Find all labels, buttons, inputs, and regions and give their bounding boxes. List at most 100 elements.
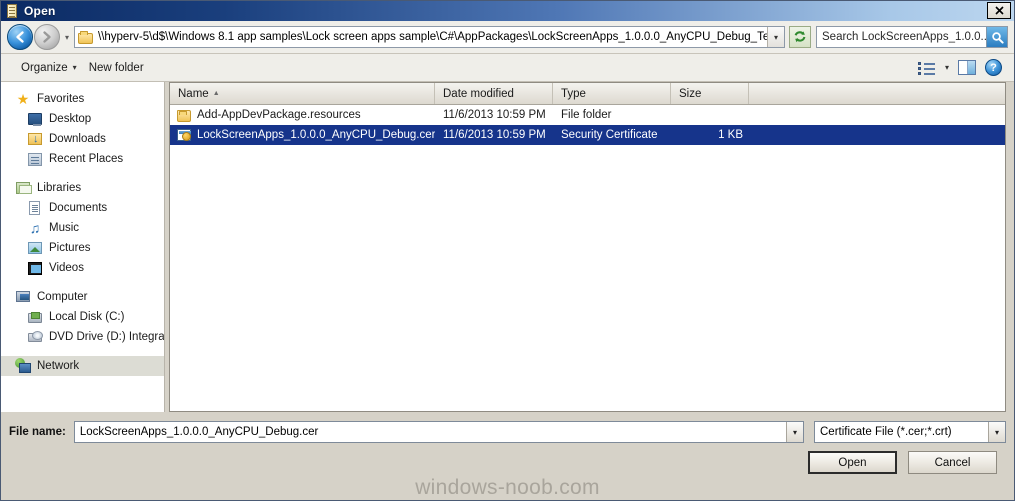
sidebar-item-label: Pictures xyxy=(49,242,91,254)
forward-arrow-icon xyxy=(43,31,51,43)
network-icon xyxy=(15,358,31,374)
column-header-type[interactable]: Type xyxy=(553,83,671,104)
sidebar-group-libraries: Libraries Documents ♫ Music Pictures Vid… xyxy=(1,178,164,278)
address-path-text: \\hyperv-5\d$\Windows 8.1 app samples\Lo… xyxy=(98,31,767,43)
file-name-cell: LockScreenApps_1.0.0.0_AnyCPU_Debug.cer xyxy=(170,127,435,143)
file-type-filter-dropdown-button[interactable]: ▾ xyxy=(988,422,1005,442)
close-button[interactable] xyxy=(987,2,1011,19)
sidebar-item-favorites[interactable]: ★ Favorites xyxy=(1,89,164,109)
back-arrow-icon xyxy=(16,31,24,43)
file-name-row: File name: LockScreenApps_1.0.0.0_AnyCPU… xyxy=(1,412,1014,443)
file-type-filter-select[interactable]: Certificate File (*.cer;*.crt) ▾ xyxy=(814,421,1006,443)
column-label: Name xyxy=(178,87,209,100)
file-date-cell: 11/6/2013 10:59 PM xyxy=(443,129,546,141)
file-name-text: LockScreenApps_1.0.0.0_AnyCPU_Debug.cer xyxy=(197,129,435,141)
back-button[interactable] xyxy=(7,24,33,50)
file-rows: Add-AppDevPackage.resources 11/6/2013 10… xyxy=(170,105,1005,411)
file-type-filter-value: Certificate File (*.cer;*.crt) xyxy=(820,426,952,438)
window-title: Open xyxy=(24,4,56,18)
history-dropdown-button[interactable]: ▾ xyxy=(60,33,74,42)
address-dropdown-button[interactable]: ▾ xyxy=(767,27,784,47)
security-certificate-icon xyxy=(176,127,192,143)
file-date-cell: 11/6/2013 10:59 PM xyxy=(443,109,546,121)
sidebar-item-label: Network xyxy=(37,360,80,372)
videos-icon xyxy=(27,260,43,276)
sidebar-item-libraries[interactable]: Libraries xyxy=(1,178,164,198)
column-header-size[interactable]: Size xyxy=(671,83,749,104)
column-header-name[interactable]: Name ▲ xyxy=(170,83,435,104)
sidebar-item-recent-places[interactable]: Recent Places xyxy=(1,149,164,169)
sidebar-item-label: Documents xyxy=(49,202,108,214)
table-row[interactable]: LockScreenApps_1.0.0.0_AnyCPU_Debug.cer … xyxy=(170,125,1005,145)
refresh-icon xyxy=(794,31,806,43)
dvd-drive-icon xyxy=(27,329,43,345)
address-bar: ▾ \\hyperv-5\d$\Windows 8.1 app samples\… xyxy=(1,21,1014,54)
new-folder-label: New folder xyxy=(88,61,144,74)
sidebar-item-label: Libraries xyxy=(37,182,82,194)
toolbar: Organize ▾ New folder ▾ ? xyxy=(1,54,1014,82)
close-icon xyxy=(994,6,1004,15)
open-file-dialog: Open ▾ \\hyperv-5\d$\Windows 8.1 app sam… xyxy=(0,0,1015,501)
sidebar-item-label: Desktop xyxy=(49,113,92,125)
search-box[interactable]: Search LockScreenApps_1.0.0... xyxy=(816,26,1008,48)
sidebar-item-videos[interactable]: Videos xyxy=(1,258,164,278)
address-input[interactable]: \\hyperv-5\d$\Windows 8.1 app samples\Lo… xyxy=(74,26,785,48)
watermark: windows-noob.com xyxy=(415,476,600,499)
sidebar-item-label: Music xyxy=(49,222,80,234)
file-name-dropdown-button[interactable]: ▾ xyxy=(786,422,803,442)
folder-icon xyxy=(78,30,93,44)
search-input[interactable]: Search LockScreenApps_1.0.0... xyxy=(817,31,986,43)
view-dropdown-caret-icon[interactable]: ▾ xyxy=(945,63,949,72)
column-label: Type xyxy=(561,87,586,100)
document-icon xyxy=(27,200,43,216)
desktop-icon xyxy=(27,111,43,127)
sidebar-group-computer: Computer Local Disk (C:) DVD Drive (D:) … xyxy=(1,287,164,347)
sidebar-item-dvd-drive-d[interactable]: DVD Drive (D:) Integra xyxy=(1,327,164,347)
file-name-input[interactable]: LockScreenApps_1.0.0.0_AnyCPU_Debug.cer … xyxy=(73,421,804,443)
file-name-value[interactable]: LockScreenApps_1.0.0.0_AnyCPU_Debug.cer xyxy=(75,426,786,438)
libraries-icon xyxy=(15,180,32,196)
sort-ascending-icon: ▲ xyxy=(212,90,220,97)
sidebar-item-label: Computer xyxy=(37,291,88,303)
column-label: Date modified xyxy=(443,87,514,100)
sidebar-item-label: Favorites xyxy=(37,93,85,105)
music-note-icon: ♫ xyxy=(29,220,41,236)
chevron-down-icon: ▾ xyxy=(72,63,77,72)
sidebar-item-documents[interactable]: Documents xyxy=(1,198,164,218)
file-name-cell: Add-AppDevPackage.resources xyxy=(170,107,435,123)
column-header-filler xyxy=(749,83,1005,104)
sidebar-item-label: Downloads xyxy=(49,133,106,145)
refresh-button[interactable] xyxy=(789,26,811,48)
search-icon xyxy=(991,31,1004,44)
cancel-button[interactable]: Cancel xyxy=(908,451,997,474)
recent-places-icon xyxy=(27,151,43,167)
file-size-cell: 1 KB xyxy=(718,129,743,141)
hard-disk-icon xyxy=(27,309,43,325)
sidebar-item-downloads[interactable]: Downloads xyxy=(1,129,164,149)
organize-menu-button[interactable]: Organize ▾ xyxy=(15,60,83,76)
sidebar-item-desktop[interactable]: Desktop xyxy=(1,109,164,129)
sidebar-item-label: DVD Drive (D:) Integra xyxy=(49,331,164,343)
sidebar-item-local-disk-c[interactable]: Local Disk (C:) xyxy=(1,307,164,327)
folder-icon xyxy=(176,107,192,123)
file-type-cell: Security Certificate xyxy=(561,129,658,141)
list-view-icon[interactable] xyxy=(917,61,936,75)
new-folder-button[interactable]: New folder xyxy=(83,60,150,76)
forward-button[interactable] xyxy=(34,24,60,50)
sidebar-item-computer[interactable]: Computer xyxy=(1,287,164,307)
preview-pane-icon[interactable] xyxy=(958,60,976,75)
open-button[interactable]: Open xyxy=(808,451,897,474)
sidebar-item-network[interactable]: Network xyxy=(1,356,164,376)
help-icon[interactable]: ? xyxy=(985,59,1002,76)
sidebar-item-label: Recent Places xyxy=(49,153,124,165)
sidebar-item-label: Videos xyxy=(49,262,84,274)
navigation-sidebar: ★ Favorites Desktop Downloads Recent Pla… xyxy=(1,82,165,412)
pictures-icon xyxy=(27,240,43,256)
sidebar-group-favorites: ★ Favorites Desktop Downloads Recent Pla… xyxy=(1,89,164,169)
column-header-date-modified[interactable]: Date modified xyxy=(435,83,553,104)
search-button[interactable] xyxy=(986,27,1007,47)
table-row[interactable]: Add-AppDevPackage.resources 11/6/2013 10… xyxy=(170,105,1005,125)
file-name-label: File name: xyxy=(9,426,66,438)
sidebar-item-music[interactable]: ♫ Music xyxy=(1,218,164,238)
sidebar-item-pictures[interactable]: Pictures xyxy=(1,238,164,258)
